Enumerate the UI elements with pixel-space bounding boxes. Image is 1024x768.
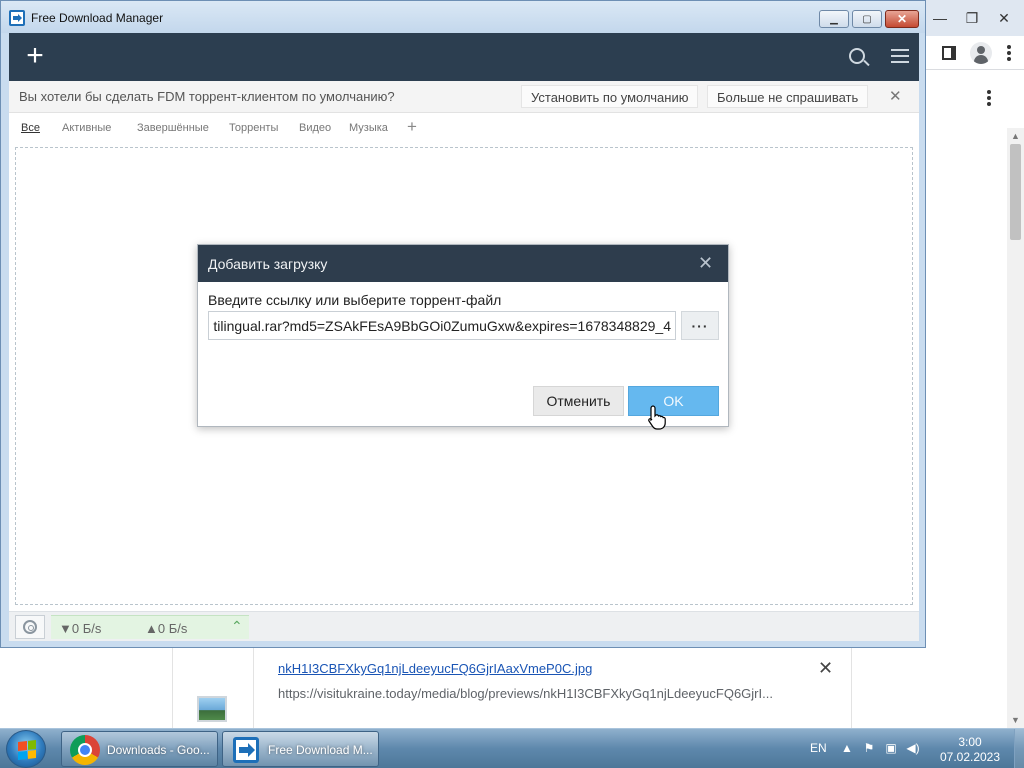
input-language-indicator[interactable]: EN <box>810 741 827 755</box>
taskbar: Downloads - Goo... Free Download M... EN… <box>0 728 1024 768</box>
fdm-toolbar: + <box>9 33 919 81</box>
volume-icon[interactable]: ◀) <box>906 741 920 755</box>
system-clock[interactable]: 3:00 07.02.2023 <box>936 735 1004 765</box>
scroll-down-arrow-icon[interactable]: ▼ <box>1007 712 1024 728</box>
hand-cursor-icon <box>648 405 666 430</box>
fdm-app-icon <box>9 10 25 26</box>
network-icon[interactable]: ▣ <box>884 741 898 755</box>
chrome-close-button[interactable]: ✕ <box>990 8 1018 28</box>
snail-icon <box>23 620 37 634</box>
download-item-divider <box>253 648 254 728</box>
download-speed: ▼0 Б/s <box>59 621 102 636</box>
clock-time: 3:00 <box>958 735 982 749</box>
chrome-menu-icon[interactable] <box>1006 44 1012 61</box>
add-download-button[interactable]: + <box>21 41 49 71</box>
chrome-restore-button[interactable]: ❐ <box>958 8 986 28</box>
show-hidden-icons-icon[interactable]: ▲ <box>840 741 854 755</box>
scrollbar-thumb[interactable] <box>1010 144 1021 240</box>
chevron-up-icon[interactable]: ⌃ <box>231 618 243 635</box>
taskbar-chrome-label: Downloads - Goo... <box>107 743 210 757</box>
tab-completed[interactable]: Завершённые <box>137 122 209 134</box>
action-center-flag-icon[interactable]: ⚑ <box>862 741 876 755</box>
cancel-button[interactable]: Отменить <box>533 386 624 416</box>
fdm-close-button[interactable]: ✕ <box>885 10 919 28</box>
fdm-maximize-button[interactable]: ▢ <box>852 10 882 28</box>
dont-ask-again-button[interactable]: Больше не спрашивать <box>707 85 869 108</box>
add-download-dialog: Добавить загрузку ✕ Введите ссылку или в… <box>197 244 729 427</box>
start-button[interactable] <box>6 730 46 768</box>
fdm-taskbar-icon <box>233 737 259 763</box>
download-file-name-link[interactable]: nkH1I3CBFXkyGq1njLdeeyucFQ6GjrIAaxVmeP0C… <box>278 661 592 676</box>
image-file-icon <box>197 696 227 722</box>
set-default-button[interactable]: Установить по умолчанию <box>521 85 699 108</box>
profile-icon[interactable] <box>970 41 992 64</box>
taskbar-fdm-button[interactable]: Free Download M... <box>222 731 379 767</box>
url-input[interactable] <box>208 311 676 340</box>
side-panel-icon[interactable] <box>942 45 956 60</box>
scroll-up-arrow-icon[interactable]: ▲ <box>1007 128 1024 144</box>
notification-message: Вы хотели бы сделать FDM торрент-клиенто… <box>19 89 395 104</box>
speed-indicator[interactable]: ▼0 Б/s ▲0 Б/s ⌃ <box>51 615 249 639</box>
dialog-header: Добавить загрузку ✕ <box>198 245 728 282</box>
chrome-toolbar <box>924 36 1024 70</box>
fdm-window-title: Free Download Manager <box>31 11 164 25</box>
filter-tabs: Все Активные Завершённые Торренты Видео … <box>9 113 919 143</box>
tab-music[interactable]: Музыка <box>349 122 388 134</box>
close-notification-icon[interactable]: ✕ <box>889 87 902 105</box>
chrome-minimize-button[interactable]: — <box>926 8 954 28</box>
taskbar-fdm-label: Free Download M... <box>268 743 373 757</box>
remove-download-icon[interactable]: ✕ <box>818 658 833 679</box>
windows-logo-icon <box>18 740 36 760</box>
add-tab-icon[interactable]: + <box>407 117 417 137</box>
download-source-url[interactable]: https://visitukraine.today/media/blog/pr… <box>278 686 773 701</box>
downloads-menu-icon[interactable] <box>986 90 992 106</box>
dialog-close-icon[interactable]: ✕ <box>698 253 713 274</box>
show-desktop-button[interactable] <box>1014 729 1024 768</box>
ok-button[interactable]: OK <box>628 386 719 416</box>
fdm-minimize-button[interactable]: ▁ <box>819 10 849 28</box>
chrome-titlebar: — ❐ ✕ <box>924 0 1024 36</box>
hamburger-menu-icon[interactable] <box>891 49 909 63</box>
tab-all[interactable]: Все <box>21 122 40 134</box>
taskbar-chrome-button[interactable]: Downloads - Goo... <box>61 731 218 767</box>
url-input-label: Введите ссылку или выберите торрент-файл <box>208 292 502 308</box>
tab-video[interactable]: Видео <box>299 122 331 134</box>
download-item: nkH1I3CBFXkyGq1njLdeeyucFQ6GjrIAaxVmeP0C… <box>172 648 852 728</box>
fdm-titlebar[interactable]: Free Download Manager ▁ ▢ ✕ <box>1 1 925 33</box>
page-scrollbar[interactable]: ▲ ▼ <box>1007 128 1024 728</box>
upload-speed: ▲0 Б/s <box>145 621 188 636</box>
default-client-notification: Вы хотели бы сделать FDM торрент-клиенто… <box>9 81 919 113</box>
tab-torrents[interactable]: Торренты <box>229 122 278 134</box>
system-tray: ▲ ⚑ ▣ ◀) <box>840 741 920 755</box>
snail-mode-button[interactable] <box>15 615 45 639</box>
dialog-title: Добавить загрузку <box>208 256 328 272</box>
clock-date: 07.02.2023 <box>939 750 1001 764</box>
tab-active[interactable]: Активные <box>62 122 111 134</box>
search-icon[interactable] <box>849 48 865 64</box>
browse-torrent-button[interactable]: ··· <box>681 311 719 340</box>
chrome-logo-icon <box>70 735 100 765</box>
status-bar: ▼0 Б/s ▲0 Б/s ⌃ <box>9 611 919 641</box>
